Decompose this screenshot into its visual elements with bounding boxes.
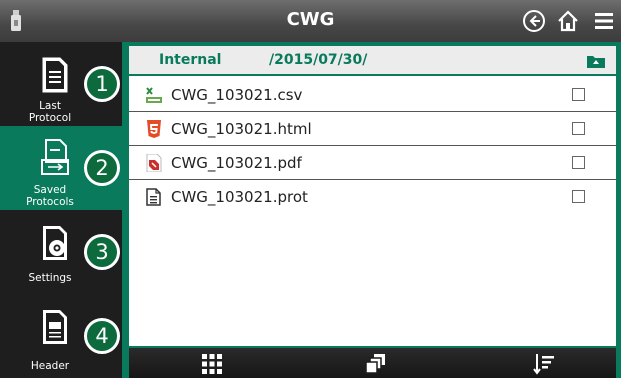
sidebar-item-settings[interactable]: Settings 3 [0, 210, 122, 294]
step-badge: 2 [84, 150, 120, 186]
path-bar: Internal /2015/07/30/ [129, 46, 616, 76]
file-name: CWG_103021.pdf [171, 154, 302, 172]
file-row[interactable]: CWG_103021.prot [129, 180, 616, 214]
back-icon[interactable] [522, 9, 546, 33]
bottom-toolbar [129, 346, 616, 378]
file-name: CWG_103021.prot [171, 188, 308, 206]
sidebar-item-label: Settings [28, 272, 72, 284]
file-row[interactable]: CWG_103021.csv [129, 78, 616, 112]
pdf-file-icon [146, 154, 162, 172]
sidebar-item-header[interactable]: Header 4 [0, 294, 122, 378]
file-checkbox[interactable] [572, 88, 585, 101]
menu-icon[interactable] [592, 9, 616, 33]
frame-border [616, 42, 621, 378]
header-document-icon [43, 310, 67, 344]
grid-view-icon[interactable] [201, 353, 223, 375]
step-badge: 1 [84, 66, 120, 102]
step-badge: 4 [84, 318, 120, 354]
sidebar-item-label: Header [30, 360, 70, 372]
protocol-file-icon [146, 188, 161, 206]
frame-border [122, 42, 129, 378]
file-name: CWG_103021.html [171, 120, 312, 138]
file-name: CWG_103021.csv [171, 86, 303, 104]
saved-protocols-icon [41, 139, 69, 175]
file-checkbox[interactable] [572, 190, 585, 203]
sidebar: Last Protocol 1 Saved Protocols 2 Settin… [0, 42, 122, 378]
file-checkbox[interactable] [572, 122, 585, 135]
storage-location[interactable]: Internal [159, 52, 221, 68]
home-icon[interactable] [556, 9, 580, 33]
document-icon [42, 57, 68, 93]
sidebar-item-label: Saved Protocols [26, 184, 74, 208]
html-file-icon [147, 120, 161, 138]
file-browser: Internal /2015/07/30/ CWG_103021.csv CWG… [129, 46, 616, 346]
csv-file-icon [145, 86, 163, 104]
copy-icon[interactable] [365, 353, 387, 375]
file-checkbox[interactable] [572, 156, 585, 169]
sort-icon[interactable] [533, 353, 555, 375]
sidebar-item-saved-protocols[interactable]: Saved Protocols 2 [0, 126, 122, 210]
settings-document-icon [43, 226, 67, 260]
file-row[interactable]: CWG_103021.pdf [129, 146, 616, 180]
folder-up-icon[interactable] [587, 54, 605, 68]
top-bar: CWG [0, 0, 621, 42]
sidebar-item-label: Last Protocol [28, 100, 72, 124]
sidebar-item-last-protocol[interactable]: Last Protocol 1 [0, 42, 122, 126]
step-badge: 3 [84, 234, 120, 270]
file-row[interactable]: CWG_103021.html [129, 112, 616, 146]
folder-path: /2015/07/30/ [269, 52, 368, 68]
